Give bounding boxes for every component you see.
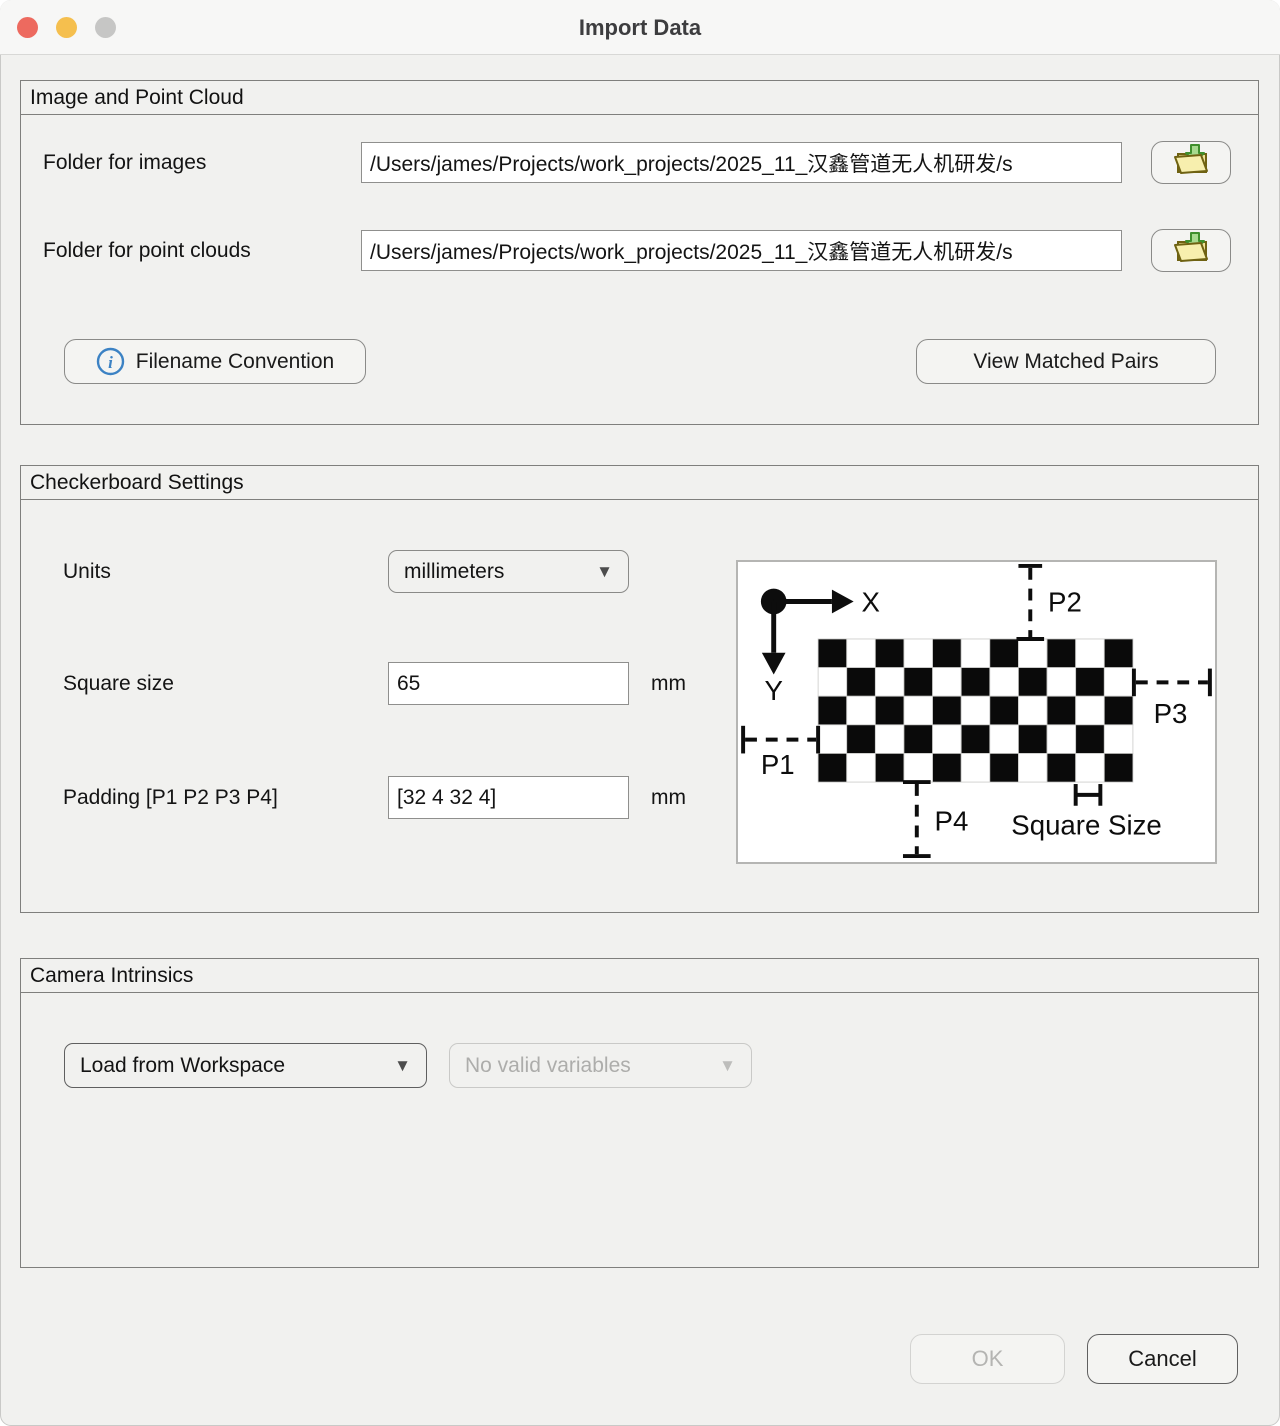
square-size-dimension-marker: [1076, 784, 1101, 806]
import-data-dialog: Import Data Image and Point Cloud Folder…: [0, 0, 1280, 1426]
view-matched-pairs-label: View Matched Pairs: [973, 350, 1158, 374]
intrinsics-source-value: Load from Workspace: [80, 1054, 285, 1078]
checkerboard-pattern: [818, 639, 1133, 782]
open-folder-icon: [1169, 142, 1213, 184]
padding-unit: mm: [651, 776, 686, 819]
x-axis-label: X: [862, 586, 880, 617]
group-camera-intrinsics: Camera Intrinsics Load from Workspace ▼ …: [20, 958, 1259, 1268]
group-checkerboard-settings: Checkerboard Settings Units millimeters …: [20, 465, 1259, 913]
p3-dimension-marker: [1134, 669, 1210, 697]
titlebar: Import Data: [0, 0, 1280, 55]
chevron-down-icon: ▼: [394, 1056, 411, 1076]
checkerboard-diagram: X Y P2 P3: [736, 560, 1217, 864]
cancel-button-label: Cancel: [1128, 1346, 1196, 1372]
group-image-and-point-cloud: Image and Point Cloud Folder for images …: [20, 80, 1259, 425]
folder-for-images-input[interactable]: [361, 142, 1122, 183]
browse-point-clouds-folder-button[interactable]: [1151, 229, 1231, 272]
intrinsics-variables-dropdown[interactable]: No valid variables ▼: [449, 1043, 752, 1088]
p1-label: P1: [761, 749, 795, 780]
group-title-checkerboard-settings: Checkerboard Settings: [21, 466, 1258, 500]
square-size-input[interactable]: [388, 662, 629, 705]
padding-input[interactable]: [388, 776, 629, 819]
cancel-button[interactable]: Cancel: [1087, 1334, 1238, 1384]
group-title-image-and-point-cloud: Image and Point Cloud: [21, 81, 1258, 115]
square-size-diagram-label: Square Size: [1011, 809, 1162, 840]
svg-text:i: i: [108, 353, 113, 372]
folder-for-images-label: Folder for images: [43, 142, 206, 183]
p4-dimension-marker: [903, 782, 931, 856]
browse-images-folder-button[interactable]: [1151, 141, 1231, 184]
folder-for-point-clouds-input[interactable]: [361, 230, 1122, 271]
view-matched-pairs-button[interactable]: View Matched Pairs: [916, 339, 1216, 384]
p2-dimension-marker: [1016, 566, 1044, 639]
filename-convention-button[interactable]: i Filename Convention: [64, 339, 366, 384]
open-folder-icon: [1169, 230, 1213, 272]
units-dropdown-value: millimeters: [404, 560, 504, 584]
ok-button-label: OK: [972, 1346, 1004, 1372]
units-label: Units: [63, 550, 111, 593]
p4-label: P4: [935, 805, 969, 836]
square-size-label: Square size: [63, 662, 174, 705]
padding-label: Padding [P1 P2 P3 P4]: [63, 776, 278, 819]
info-icon: i: [96, 347, 125, 376]
group-title-camera-intrinsics: Camera Intrinsics: [21, 959, 1258, 993]
square-size-unit: mm: [651, 662, 686, 705]
units-dropdown[interactable]: millimeters ▼: [388, 550, 629, 593]
p2-label: P2: [1048, 586, 1082, 617]
filename-convention-label: Filename Convention: [136, 350, 334, 374]
intrinsics-variables-value: No valid variables: [465, 1054, 631, 1078]
folder-for-point-clouds-label: Folder for point clouds: [43, 230, 251, 271]
intrinsics-source-dropdown[interactable]: Load from Workspace ▼: [64, 1043, 427, 1088]
y-axis-label: Y: [764, 675, 782, 706]
ok-button[interactable]: OK: [910, 1334, 1065, 1384]
window-title: Import Data: [0, 0, 1280, 55]
p3-label: P3: [1154, 698, 1188, 729]
chevron-down-icon: ▼: [596, 562, 613, 582]
chevron-down-icon: ▼: [719, 1056, 736, 1076]
